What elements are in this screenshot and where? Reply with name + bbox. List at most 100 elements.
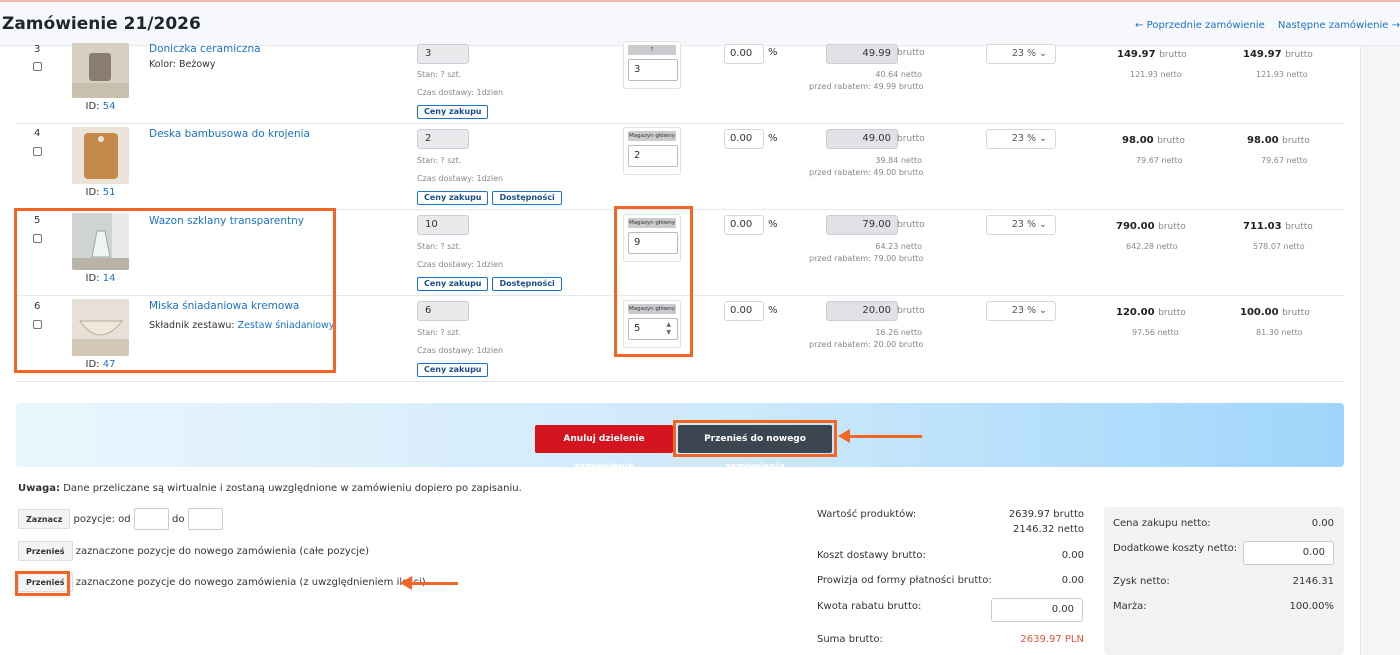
split-quantity-input[interactable]: 2 xyxy=(628,145,678,167)
purchase-prices-button[interactable]: Ceny zakupu xyxy=(417,105,489,119)
cancel-split-button[interactable]: Anuluj dzielenie zamówienia xyxy=(535,425,673,472)
margin-label: Marża: xyxy=(1113,601,1147,612)
row-buttons: Ceny zakupu xyxy=(417,362,492,377)
total-value: 2639.97 PLN xyxy=(1020,634,1084,645)
percent-sign: % xyxy=(768,305,778,316)
price-unit: brutto xyxy=(897,306,925,316)
discount-input[interactable]: 0.00 xyxy=(724,129,764,149)
stock-status: Stan: ? szt. xyxy=(417,328,462,337)
availability-button[interactable]: Dostępności xyxy=(492,191,562,205)
purchase-prices-button[interactable]: Ceny zakupu xyxy=(417,363,489,377)
unit-price-field: 79.00 xyxy=(826,215,898,235)
products-value-netto: 2146.32 netto xyxy=(1013,524,1084,535)
product-id-link[interactable]: 54 xyxy=(103,101,116,112)
total-label: Suma brutto: xyxy=(817,634,883,645)
purchase-cost-value: 0.00 xyxy=(1311,518,1334,529)
select-button[interactable]: Zaznacz xyxy=(18,509,71,529)
warehouse-label: ? xyxy=(628,45,676,55)
move-full-row: Przenieś zaznaczone pozycje do nowego za… xyxy=(18,541,369,561)
range-from-input[interactable] xyxy=(133,508,169,530)
percent-sign: % xyxy=(768,47,778,58)
page-title: Zamówienie 21/2026 xyxy=(2,14,201,34)
payment-fee-label: Prowizja od formy płatności brutto: xyxy=(817,575,992,586)
payment-fee-value: 0.00 xyxy=(1061,575,1084,586)
delivery-time: Czas dostawy: 1dzien xyxy=(417,260,504,269)
row-checkbox[interactable] xyxy=(33,62,42,71)
row-number: 3 xyxy=(34,44,41,55)
row-buttons: Ceny zakupu Dostępności xyxy=(417,276,566,291)
range-to-input[interactable] xyxy=(187,508,223,530)
row-checkbox[interactable] xyxy=(33,147,42,156)
total-after-netto: 121.93 netto xyxy=(1256,70,1308,79)
prev-order-link[interactable]: ← Poprzednie zamówienie xyxy=(1135,20,1265,31)
highlight-products-box xyxy=(14,208,336,373)
info-note: Uwaga: Dane przeliczane są wirtualnie i … xyxy=(18,483,522,494)
split-quantity-input[interactable]: 3 xyxy=(628,59,678,81)
product-id: ID: 51 xyxy=(85,187,116,198)
move-to-new-order-button[interactable]: Przenieś do nowego zamówienia xyxy=(678,425,832,472)
stock-status: Stan: ? szt. xyxy=(417,156,462,165)
delivery-time: Czas dostawy: 1dzien xyxy=(417,346,504,355)
highlight-warehouse-box xyxy=(614,206,693,357)
purchase-cost-label: Cena zakupu netto: xyxy=(1113,518,1211,529)
discount-label: Kwota rabatu brutto: xyxy=(817,601,922,612)
purchase-prices-button[interactable]: Ceny zakupu xyxy=(417,191,489,205)
discount-input[interactable]: 0.00 xyxy=(724,44,764,64)
select-range-row: Zaznacz pozycje: od do xyxy=(18,508,223,530)
vat-select[interactable]: 23 % ⌄ xyxy=(986,129,1056,149)
price-unit: brutto xyxy=(897,48,925,58)
price-before-discount: przed rabatem: 49.99 brutto xyxy=(809,82,924,91)
total-after: 711.03 brutto xyxy=(1243,221,1313,232)
total-before-netto: 97.56 netto xyxy=(1132,328,1179,337)
chevron-down-icon: ⌄ xyxy=(1039,48,1047,59)
stock-status: Stan: ? szt. xyxy=(417,70,462,79)
move-full-positions-button[interactable]: Przenieś xyxy=(18,541,73,561)
stock-status: Stan: ? szt. xyxy=(417,242,462,251)
price-before-discount: przed rabatem: 49.00 brutto xyxy=(809,168,924,177)
total-before-netto: 642.28 netto xyxy=(1126,242,1178,251)
vat-select[interactable]: 23 % ⌄ xyxy=(986,44,1056,64)
product-image xyxy=(72,127,129,184)
purchase-prices-button[interactable]: Ceny zakupu xyxy=(417,277,489,291)
profit-value: 2146.31 xyxy=(1292,576,1334,587)
quantity-field[interactable]: 6 xyxy=(417,301,469,321)
order-navigation: ← Poprzednie zamówienie Następne zamówie… xyxy=(1125,20,1400,31)
quantity-field[interactable]: 10 xyxy=(417,215,469,235)
next-order-link[interactable]: Następne zamówienie → xyxy=(1278,20,1400,31)
quantity-field[interactable]: 2 xyxy=(417,129,469,149)
percent-sign: % xyxy=(768,133,778,144)
total-before: 149.97 brutto xyxy=(1117,49,1187,60)
total-after-netto: 81.30 netto xyxy=(1256,328,1303,337)
vat-select[interactable]: 23 % ⌄ xyxy=(986,301,1056,321)
warehouse-label: Magazyn główny xyxy=(628,131,676,141)
shipping-value: 0.00 xyxy=(1061,550,1084,561)
percent-sign: % xyxy=(768,219,778,230)
row-number: 4 xyxy=(34,128,41,139)
quantity-field[interactable]: 3 xyxy=(417,44,469,64)
row-buttons: Ceny zakupu Dostępności xyxy=(417,190,566,205)
product-image xyxy=(72,43,129,98)
total-before: 790.00 brutto xyxy=(1116,221,1186,232)
product-id: ID: 54 xyxy=(85,101,116,112)
price-before-discount: przed rabatem: 20.00 brutto xyxy=(809,340,924,349)
product-name-link[interactable]: Deska bambusowa do krojenia xyxy=(149,128,310,140)
discount-input[interactable]: 0.00 xyxy=(724,215,764,235)
table-row: 4 ID: 51 Deska bambusowa do krojenia 2 S… xyxy=(16,124,1344,210)
discount-input[interactable]: 0.00 xyxy=(724,301,764,321)
unit-price-netto: 40.64 netto xyxy=(875,70,922,79)
unit-price-netto: 64.23 netto xyxy=(875,242,922,251)
total-after: 149.97 brutto xyxy=(1243,49,1313,60)
extra-costs-input[interactable]: 0.00 xyxy=(1243,541,1334,565)
discount-amount-input[interactable]: 0.00 xyxy=(991,598,1083,622)
arrow-left-icon xyxy=(400,576,458,590)
total-after: 100.00 brutto xyxy=(1240,307,1310,318)
chevron-down-icon: ⌄ xyxy=(1039,305,1047,316)
availability-button[interactable]: Dostępności xyxy=(492,277,562,291)
total-before-netto: 79.67 netto xyxy=(1136,156,1183,165)
unit-price-field: 49.00 xyxy=(826,129,898,149)
shipping-label: Koszt dostawy brutto: xyxy=(817,550,926,561)
product-name-link[interactable]: Doniczka ceramiczna xyxy=(149,43,261,55)
product-id-link[interactable]: 51 xyxy=(103,187,116,198)
chevron-down-icon: ⌄ xyxy=(1039,219,1047,230)
vat-select[interactable]: 23 % ⌄ xyxy=(986,215,1056,235)
